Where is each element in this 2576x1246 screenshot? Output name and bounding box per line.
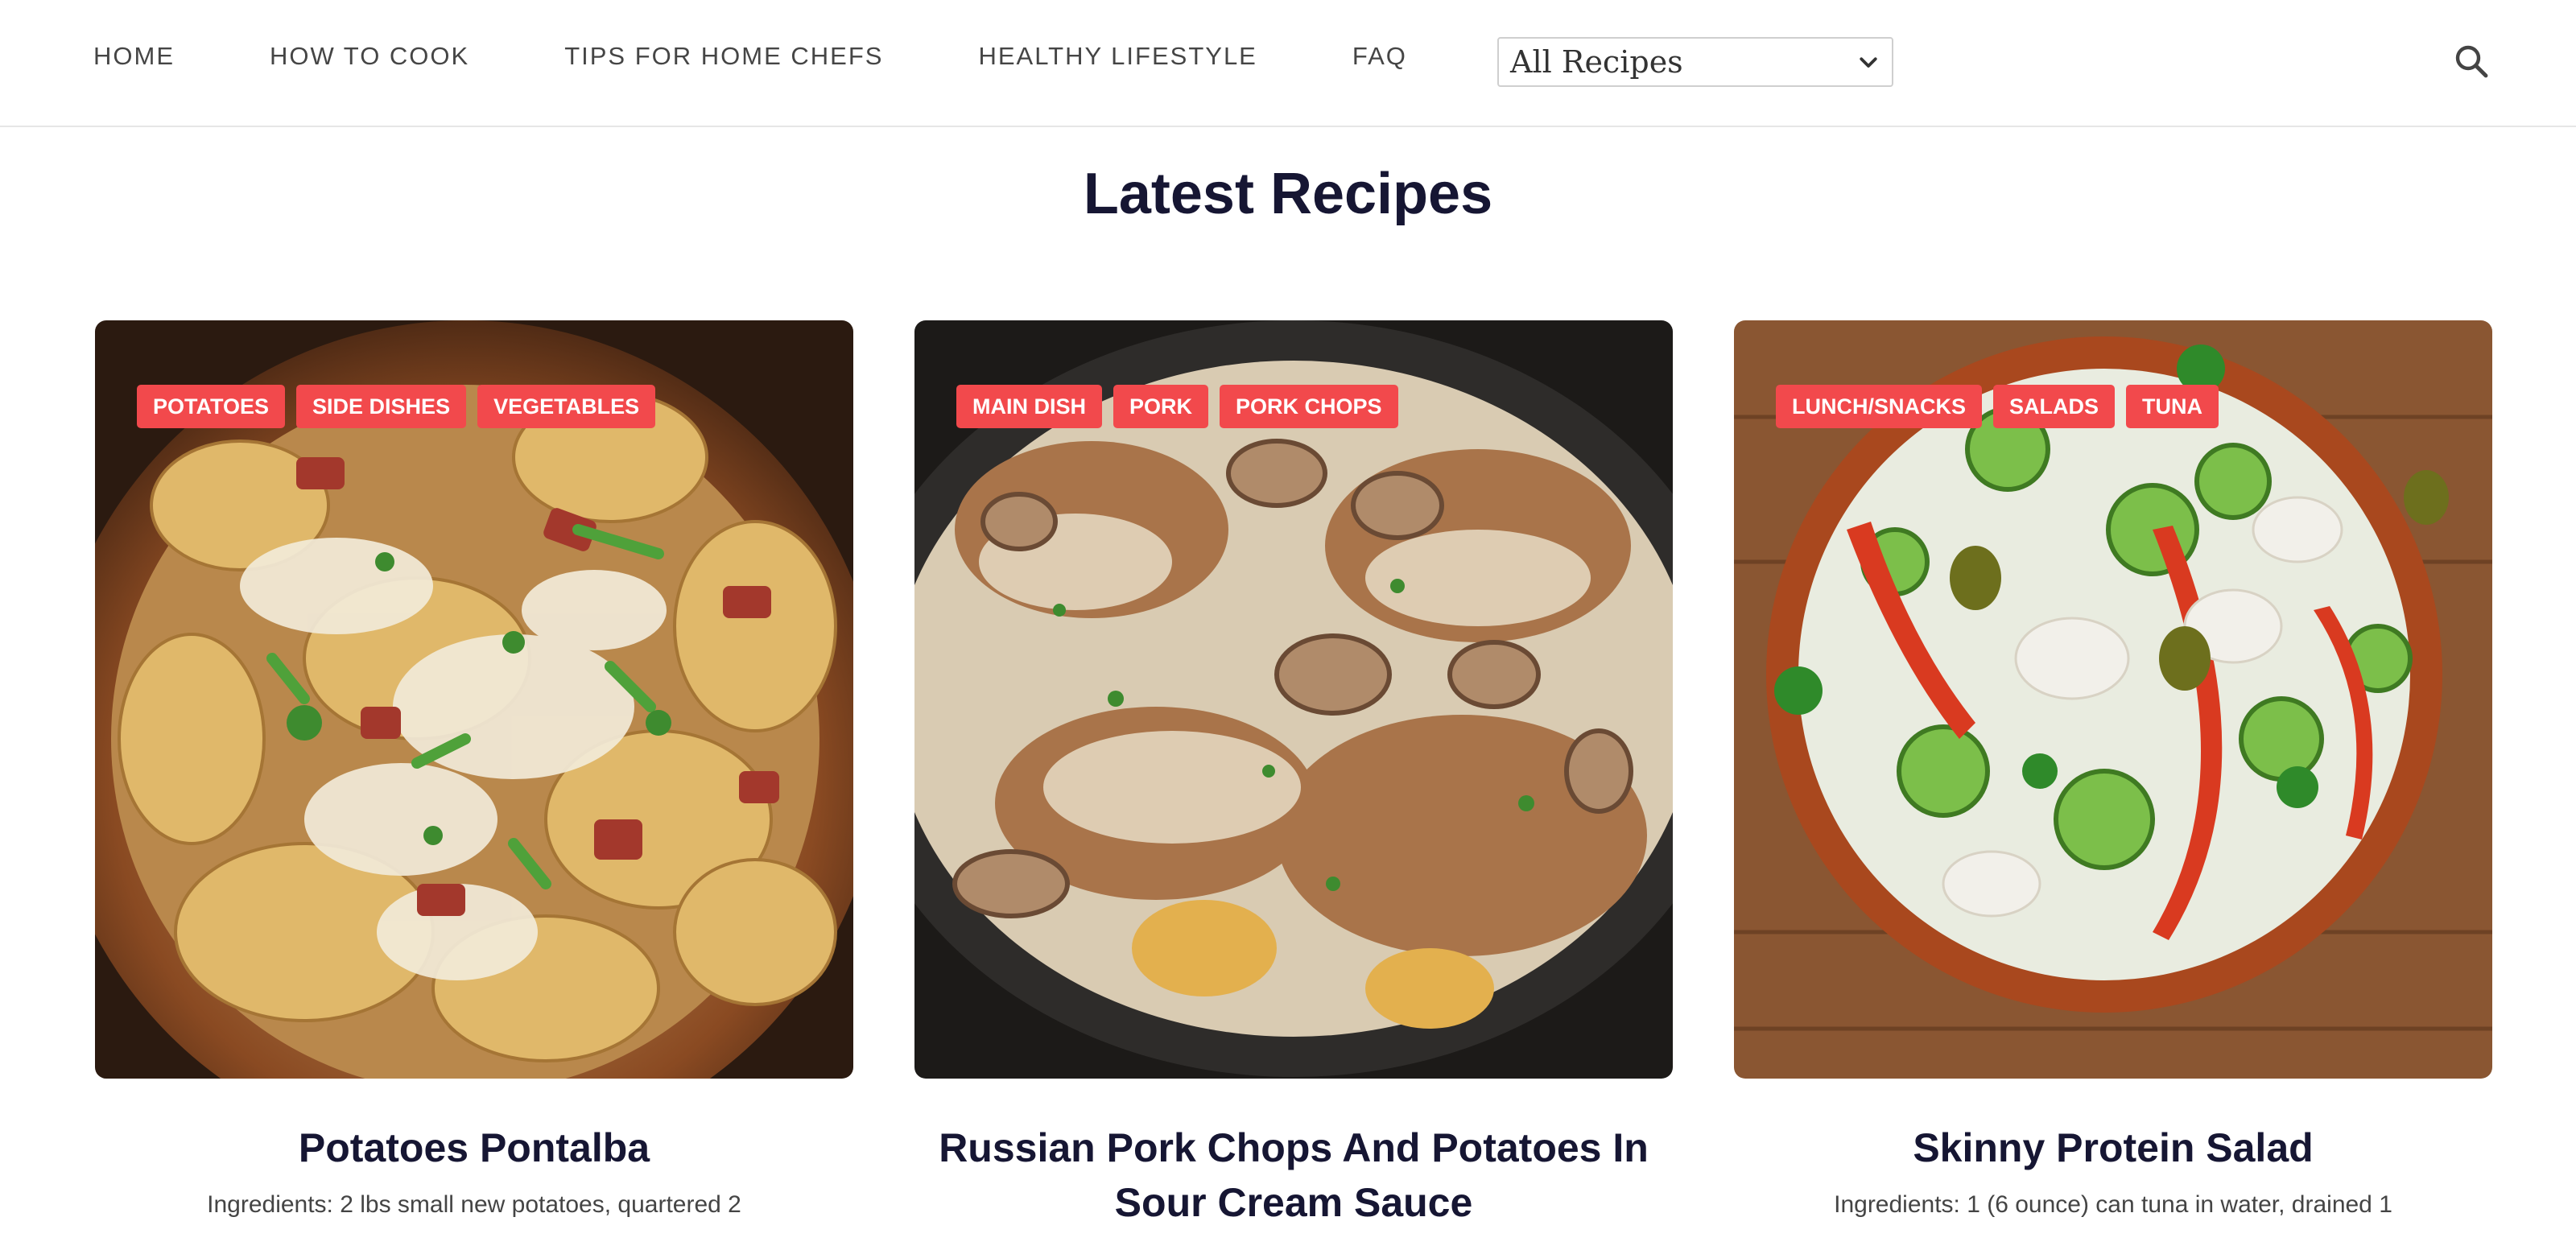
tag-potatoes[interactable]: POTATOES	[137, 385, 286, 428]
recipe-select-value: All Recipes	[1510, 44, 1683, 80]
recipe-image[interactable]: POTATOES SIDE DISHES VEGETABLES	[95, 320, 853, 1079]
recipe-card[interactable]: LUNCH/SNACKS SALADS TUNA Skinny Protein …	[1734, 320, 2492, 1219]
recipe-excerpt: Ingredients: 1 (6 ounce) can tuna in wat…	[1834, 1191, 2392, 1218]
tag-tuna[interactable]: TUNA	[2126, 385, 2219, 428]
recipe-excerpt: Ingredients: 2 lbs small new potatoes, q…	[207, 1191, 741, 1218]
tag-salads[interactable]: SALADS	[1993, 385, 2116, 428]
nav-how-to-cook[interactable]: HOW TO COOK	[270, 39, 469, 74]
recipe-title[interactable]: Skinny Protein Salad	[1734, 1120, 2492, 1175]
recipe-image[interactable]: MAIN DISH PORK PORK CHOPS	[914, 320, 1673, 1079]
protein-salad-photo	[1734, 320, 2492, 1079]
nav-home[interactable]: HOME	[93, 39, 175, 74]
chevron-down-icon	[1860, 57, 1877, 68]
recipe-category-select[interactable]: All Recipes	[1497, 37, 1893, 87]
recipe-tags: LUNCH/SNACKS SALADS TUNA	[1776, 385, 2230, 428]
recipe-tags: POTATOES SIDE DISHES VEGETABLES	[137, 385, 667, 428]
section-title: Latest Recipes	[1083, 162, 1493, 226]
recipe-card[interactable]: POTATOES SIDE DISHES VEGETABLES Potatoes…	[95, 320, 853, 1219]
tag-main-dish[interactable]: MAIN DISH	[956, 385, 1102, 428]
tag-side-dishes[interactable]: SIDE DISHES	[296, 385, 467, 428]
nav-faq[interactable]: FAQ	[1352, 39, 1407, 74]
main-nav: HOME HOW TO COOK TIPS FOR HOME CHEFS HEA…	[93, 39, 1502, 74]
recipe-title[interactable]: Potatoes Pontalba	[95, 1120, 853, 1175]
recipe-tags: MAIN DISH PORK PORK CHOPS	[956, 385, 1410, 428]
tag-pork[interactable]: PORK	[1113, 385, 1209, 428]
site-header: HOME HOW TO COOK TIPS FOR HOME CHEFS HEA…	[0, 0, 2576, 127]
pork-chops-photo	[914, 320, 1673, 1079]
potatoes-pontalba-photo	[95, 320, 853, 1079]
tag-vegetables[interactable]: VEGETABLES	[477, 385, 656, 428]
recipe-image[interactable]: LUNCH/SNACKS SALADS TUNA	[1734, 320, 2492, 1079]
search-icon[interactable]	[2452, 42, 2491, 80]
recipe-card[interactable]: MAIN DISH PORK PORK CHOPS Russian Pork C…	[914, 320, 1673, 1246]
tag-pork-chops[interactable]: PORK CHOPS	[1220, 385, 1398, 428]
recipe-title[interactable]: Russian Pork Chops And Potatoes In Sour …	[914, 1120, 1673, 1230]
nav-tips-for-home-chefs[interactable]: TIPS FOR HOME CHEFS	[564, 39, 883, 74]
nav-healthy-lifestyle[interactable]: HEALTHY LIFESTYLE	[978, 39, 1257, 74]
tag-lunch-snacks[interactable]: LUNCH/SNACKS	[1776, 385, 1982, 428]
